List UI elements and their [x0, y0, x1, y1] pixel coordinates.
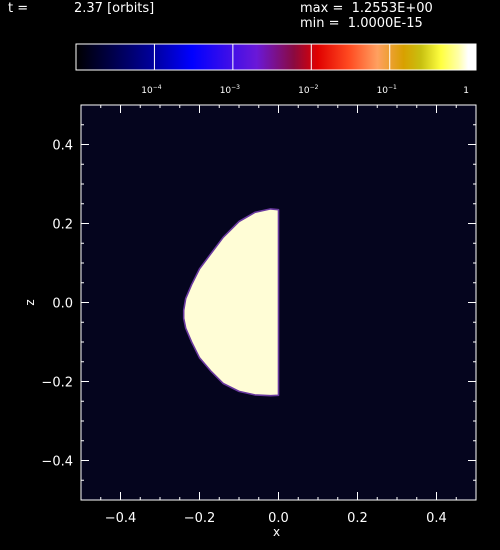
y-tick-label: 0.4 [52, 139, 73, 154]
x-tick-label: −0.2 [184, 511, 216, 526]
x-tick-label: 0.2 [347, 511, 368, 526]
x-tick-label: 0.4 [426, 511, 447, 526]
colorbar-tick-label: 1 [463, 86, 469, 96]
colorbar-tick-label: 10−3 [220, 84, 240, 96]
y-tick-label: −0.2 [41, 376, 73, 391]
colorbar-tick-label: 10−2 [298, 84, 318, 96]
colorbar-tick-base: 10 [298, 86, 310, 96]
colorbar-gradient [75, 43, 477, 71]
y-tick-label: 0.0 [52, 297, 73, 312]
colorbar-tick-base: 10 [377, 86, 389, 96]
y-tick-label: −0.4 [41, 455, 73, 470]
x-tick-label: −0.4 [105, 511, 137, 526]
colorbar-tick-label: 10−4 [141, 84, 161, 96]
colorbar-tick-base: 10 [141, 86, 153, 96]
colorbar-tick-base: 10 [220, 86, 232, 96]
y-axis-label: z [23, 299, 37, 305]
y-tick-label: 0.2 [52, 218, 73, 233]
x-axis-label: x [273, 525, 280, 539]
colorbar-tick-exponent: −2 [310, 84, 319, 91]
colorbar-tick-label: 10−1 [377, 84, 397, 96]
x-tick-label: 0.0 [268, 511, 289, 526]
plot-area: −0.4 −0.2 0.0 0.2 0.4 −0.4 −0.2 0.0 0.2 0.4 x z [23, 104, 477, 539]
colorbar-tick-base: 1 [463, 86, 469, 96]
colorbar-tick-exponent: −4 [153, 84, 162, 91]
figure: 10−4 10−3 10−2 10−1 1 −0.4 −0.2 0.0 0.2 0.4−0.4−… [23, 43, 477, 539]
colorbar: 10−4 10−3 10−2 10−1 1 [75, 43, 477, 96]
colorbar-tick-exponent: −1 [388, 84, 397, 91]
colorbar-tick-exponent: −3 [231, 84, 240, 91]
